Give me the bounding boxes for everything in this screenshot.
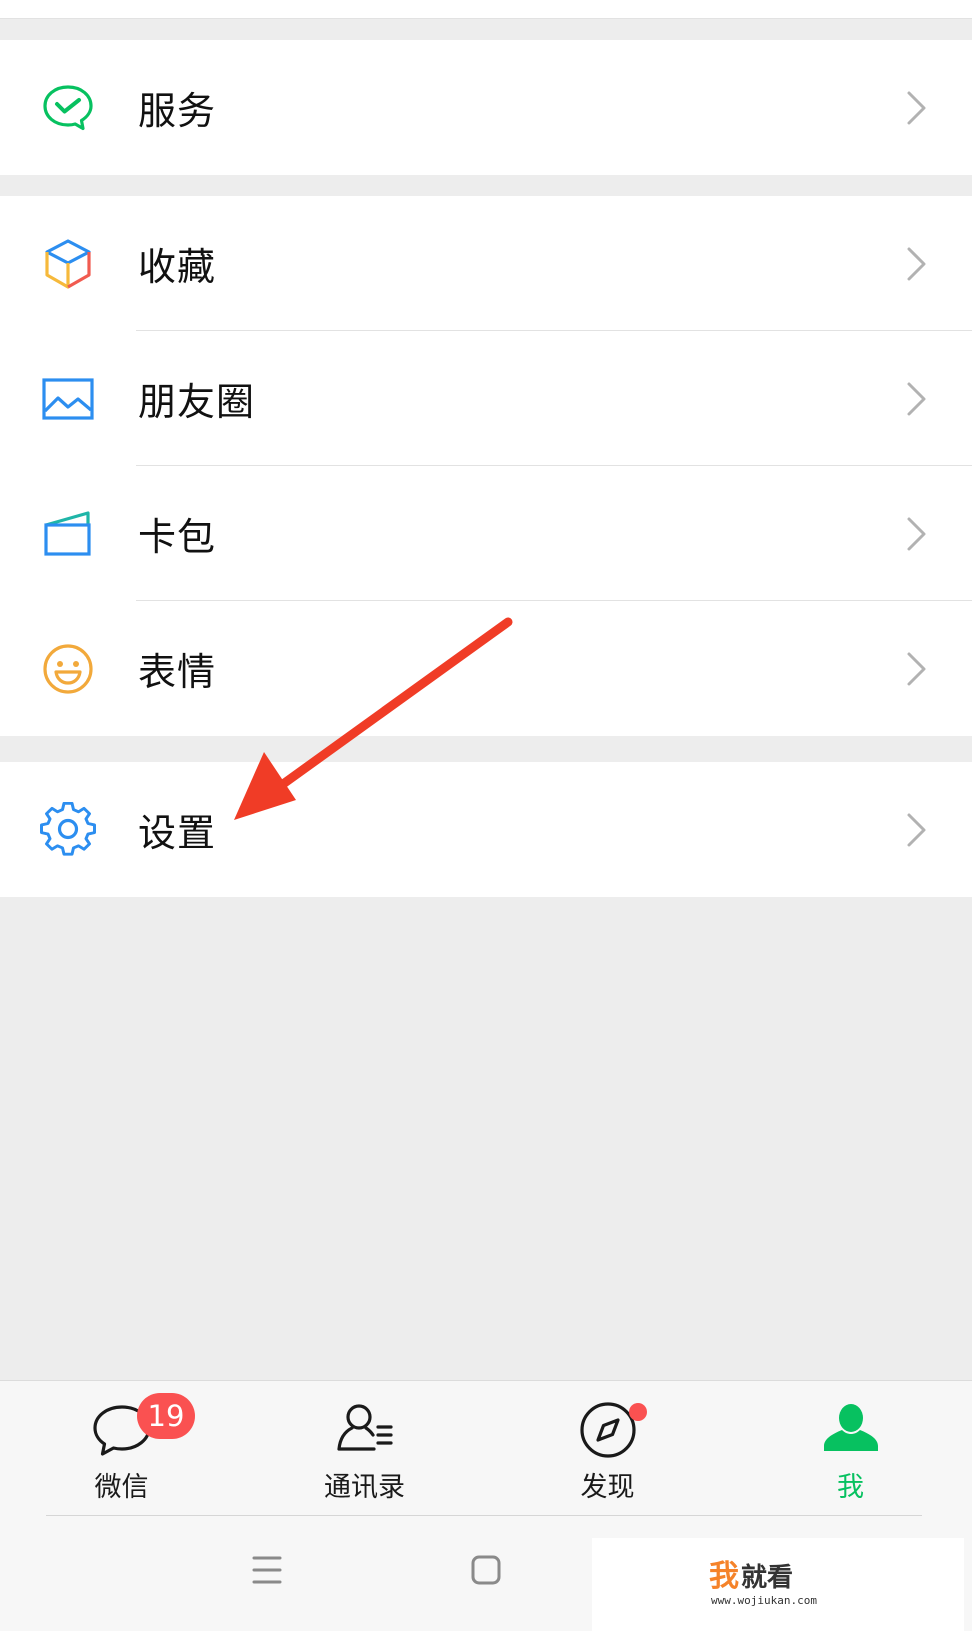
tab-discover[interactable]: 发现 <box>486 1381 729 1516</box>
tab-label: 通讯录 <box>324 1472 405 1503</box>
menu-item-label: 表情 <box>138 650 217 694</box>
watermark-text-first: 我 <box>709 1559 739 1594</box>
watermark-logo: 我 就看 www.wojiukan.com <box>709 1559 817 1607</box>
service-section: 服务 <box>0 40 972 175</box>
menu-item-label: 卡包 <box>138 515 217 559</box>
menu-item-favorites[interactable]: 收藏 <box>0 196 972 331</box>
tab-label: 发现 <box>580 1472 635 1503</box>
chevron-right-icon <box>904 379 930 419</box>
menu-item-service[interactable]: 服务 <box>0 40 972 175</box>
menu-item-label: 收藏 <box>138 245 217 289</box>
tab-label: 微信 <box>94 1472 149 1503</box>
watermark-url: www.wojiukan.com <box>711 1594 817 1607</box>
tab-contacts[interactable]: 通讯录 <box>243 1381 486 1516</box>
smiley-icon <box>40 641 96 697</box>
menu-item-stickers[interactable]: 表情 <box>0 601 972 736</box>
chevron-right-icon <box>904 244 930 284</box>
menu-item-label: 朋友圈 <box>138 380 256 424</box>
card-wallet-icon <box>40 506 96 562</box>
settings-section: 设置 <box>0 762 972 897</box>
person-icon <box>820 1399 882 1461</box>
chevron-right-icon <box>904 810 930 850</box>
gear-icon <box>40 801 96 858</box>
chevron-right-icon <box>904 88 930 128</box>
watermark: 我 就看 www.wojiukan.com <box>592 1538 964 1631</box>
discover-notification-dot <box>629 1403 647 1421</box>
unread-badge: 19 <box>137 1393 195 1439</box>
tab-label: 我 <box>837 1472 864 1503</box>
menu-item-moments[interactable]: 朋友圈 <box>0 331 972 466</box>
menu-icon[interactable] <box>237 1540 297 1600</box>
menu-item-settings[interactable]: 设置 <box>0 762 972 897</box>
menu-item-label: 设置 <box>138 811 217 855</box>
chevron-right-icon <box>904 649 930 689</box>
tab-chats[interactable]: 19 微信 <box>0 1381 243 1516</box>
chevron-right-icon <box>904 514 930 554</box>
menu-item-label: 服务 <box>138 89 217 133</box>
watermark-text-rest: 就看 <box>741 1563 793 1593</box>
top-section-edge <box>0 0 972 19</box>
bottom-tab-bar: 19 微信 通讯录 发现 我 <box>0 1380 972 1516</box>
favorites-cube-icon <box>40 236 96 292</box>
home-square-icon[interactable] <box>456 1540 516 1600</box>
features-section: 收藏 朋友圈 卡包 表情 <box>0 196 972 736</box>
menu-item-cards[interactable]: 卡包 <box>0 466 972 601</box>
wechat-pay-icon <box>40 80 96 136</box>
contacts-icon <box>334 1399 396 1461</box>
tab-me[interactable]: 我 <box>729 1381 972 1516</box>
photo-icon <box>40 371 96 427</box>
